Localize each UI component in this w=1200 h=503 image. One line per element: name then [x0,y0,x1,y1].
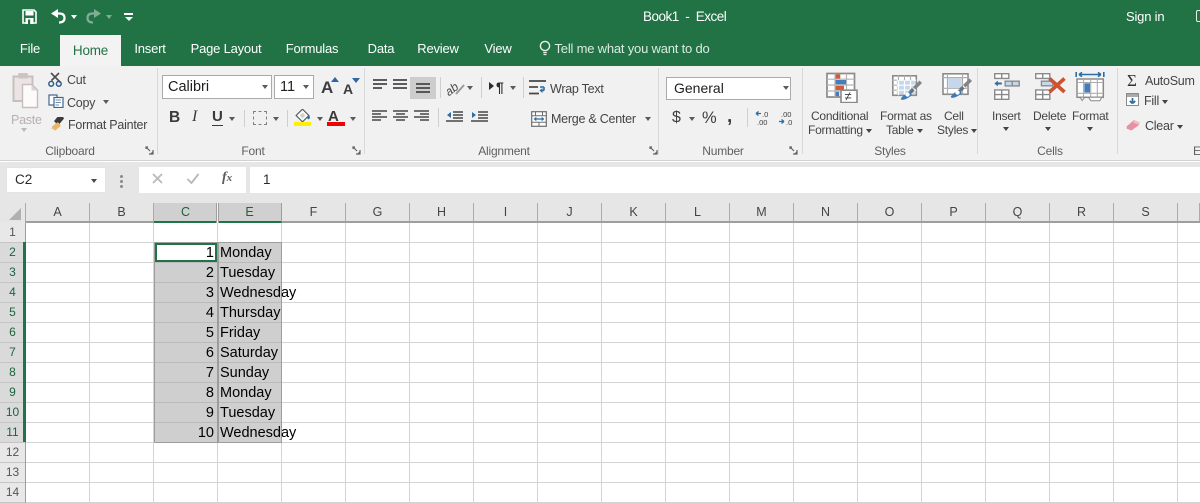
svg-text:≠: ≠ [845,89,852,103]
svg-text:.0: .0 [786,118,792,126]
svg-text:ab: ab [447,80,462,96]
svg-text:.00: .00 [757,118,767,126]
